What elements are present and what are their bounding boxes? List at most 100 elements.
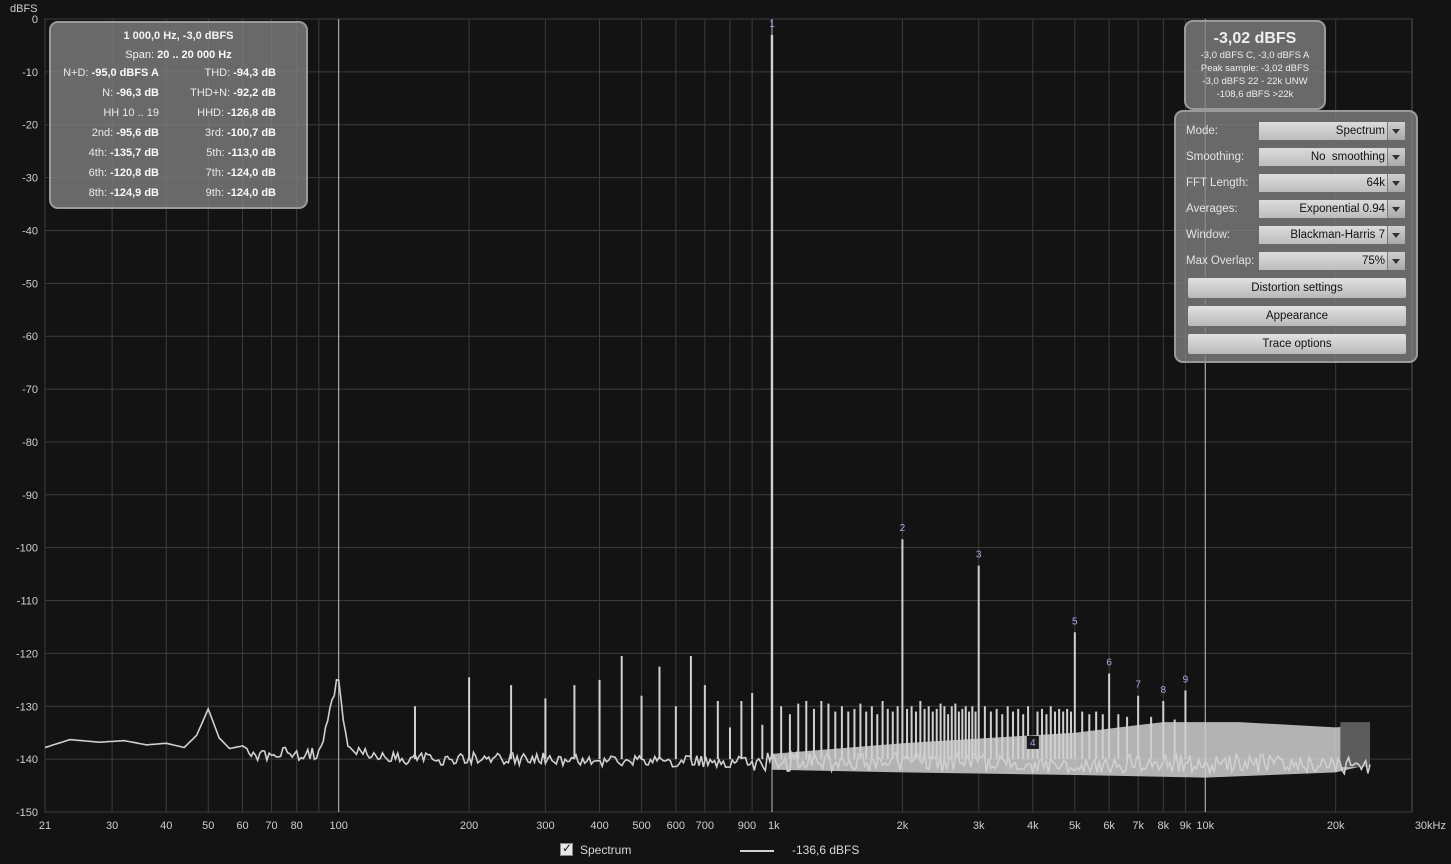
harmonic-label: 8	[1160, 685, 1166, 696]
chevron-down-icon[interactable]	[1387, 252, 1405, 270]
fft-length-label: FFT Length:	[1186, 177, 1249, 189]
y-axis-label: dBFS	[10, 3, 38, 15]
chevron-down-icon[interactable]	[1387, 122, 1405, 140]
harmonic-label: 1	[769, 19, 775, 30]
smoothing-select[interactable]: No smoothing	[1258, 147, 1406, 167]
fft-length-select[interactable]: 64k	[1258, 173, 1406, 193]
x-tick-label: 30kHz	[1415, 820, 1446, 832]
stat-label: THD:	[204, 67, 231, 79]
mode-select[interactable]: Spectrum	[1258, 121, 1406, 141]
x-tick-label: 2k	[897, 820, 909, 832]
trace-options-button[interactable]: Trace options	[1187, 333, 1407, 355]
x-tick-label: 3k	[973, 820, 985, 832]
level-line4: -108,6 dBFS >22k	[1216, 89, 1294, 100]
x-tick-label: 7k	[1132, 820, 1144, 832]
fundamental-readout: 1 000,0 Hz, -3,0 dBFS	[123, 30, 234, 42]
y-tick-label: 0	[32, 14, 38, 26]
y-tick-label: -30	[22, 173, 38, 185]
chevron-down-icon[interactable]	[1387, 226, 1405, 244]
chevron-down-icon[interactable]	[1387, 174, 1405, 192]
x-tick-label: 50	[202, 820, 214, 832]
stat-label: 9th:	[205, 187, 225, 199]
y-tick-label: -50	[22, 278, 38, 290]
legend-line-swatch	[740, 850, 774, 852]
max-overlap-select[interactable]: 75%	[1258, 251, 1406, 271]
level-line2: Peak sample: -3,02 dBFS	[1200, 63, 1310, 74]
chevron-down-icon[interactable]	[1387, 148, 1405, 166]
stat-value: -126,8 dB	[227, 107, 276, 119]
stat-row-right: HHD: -126,8 dB	[51, 107, 276, 119]
legend-series-name: Spectrum	[580, 843, 632, 857]
y-tick-label: -90	[22, 490, 38, 502]
stat-label: THD+N:	[190, 87, 231, 99]
analyzer-controls-panel: Mode: Spectrum Smoothing: No smoothing F…	[1174, 110, 1418, 363]
level-line1: -3,0 dBFS C, -3,0 dBFS A	[1200, 50, 1310, 61]
x-tick-label: 8k	[1157, 820, 1169, 832]
harmonic-label: 6	[1106, 657, 1112, 668]
span-label: Span:	[125, 49, 155, 61]
stat-label: HHD:	[197, 107, 225, 119]
chevron-down-icon[interactable]	[1387, 200, 1405, 218]
x-tick-label: 20k	[1327, 820, 1345, 832]
harmonic-label: 7	[1135, 680, 1141, 691]
level-line3: -3,0 dBFS 22 - 22k UNW	[1202, 76, 1308, 87]
stat-value: -124,0 dB	[227, 187, 276, 199]
max-overlap-label: Max Overlap:	[1186, 255, 1255, 267]
x-tick-label: 700	[696, 820, 714, 832]
fft-length-row: FFT Length: 64k	[1186, 173, 1408, 195]
stat-value: -94,3 dB	[233, 67, 276, 79]
y-tick-label: -150	[16, 807, 38, 819]
distortion-stats-panel[interactable]: 1 000,0 Hz, -3,0 dBFS Span: 20 .. 20 000…	[49, 21, 308, 209]
y-tick-label: -60	[22, 331, 38, 343]
mode-value: Spectrum	[1335, 125, 1385, 137]
appearance-button[interactable]: Appearance	[1187, 305, 1407, 327]
spectrum-checkbox[interactable]	[560, 841, 573, 856]
stat-label: 5th:	[206, 147, 225, 159]
x-axis: 21 30 40 50 60 70 80 100 200 300 400 500 600 700 900 1k…	[39, 820, 1446, 832]
stat-value: -100,7 dB	[227, 127, 276, 139]
stat-value: -124,0 dB	[227, 167, 276, 179]
span-readout: Span: 20 .. 20 000 Hz	[51, 46, 306, 65]
y-tick-label: -140	[16, 754, 38, 766]
x-tick-label: 500	[632, 820, 650, 832]
level-main: -3,02 dBFS	[1213, 30, 1297, 47]
averages-label: Averages:	[1186, 203, 1238, 215]
x-tick-label: 400	[590, 820, 608, 832]
harmonic-label: 4	[1030, 738, 1036, 749]
x-tick-label: 4k	[1027, 820, 1039, 832]
x-tick-label: 100	[329, 820, 347, 832]
y-tick-label: -20	[22, 120, 38, 132]
window-select[interactable]: Blackman-Harris 7	[1258, 225, 1406, 245]
stat-value: -92,2 dB	[233, 87, 276, 99]
window-label: Window:	[1186, 229, 1231, 241]
harmonic-label: 3	[976, 550, 982, 561]
fft-length-value: 64k	[1366, 177, 1385, 189]
averages-select[interactable]: Exponential 0.94	[1258, 199, 1406, 219]
stat-row-right: THD+N: -92,2 dB	[51, 87, 276, 99]
legend-cursor-value: -136,6 dBFS	[792, 843, 860, 857]
stat-row-right: 5th: -113,0 dB	[51, 147, 276, 159]
window-value: Blackman-Harris 7	[1290, 229, 1385, 241]
y-axis: 0 -10 -20 -30 -40 -50 -60 -70 -80 -90 -100 -110 -120…	[16, 14, 38, 819]
legend: Spectrum -136,6 dBFS	[560, 841, 880, 860]
harmonic-label: 5	[1072, 616, 1078, 627]
y-tick-label: -100	[16, 543, 38, 555]
window-row: Window: Blackman-Harris 7	[1186, 225, 1408, 247]
averages-value: Exponential 0.94	[1299, 203, 1385, 215]
stat-row-right: THD: -94,3 dB	[51, 67, 276, 79]
distortion-settings-button[interactable]: Distortion settings	[1187, 277, 1407, 299]
harmonic-label: 2	[900, 523, 906, 534]
smoothing-row: Smoothing: No smoothing	[1186, 147, 1408, 169]
x-tick-label: 40	[160, 820, 172, 832]
y-tick-label: -70	[22, 384, 38, 396]
x-tick-label: 10k	[1196, 820, 1214, 832]
y-tick-label: -110	[17, 596, 38, 608]
x-tick-label: 1k	[768, 820, 780, 832]
stat-value: -113,0 dB	[227, 147, 276, 159]
stat-label: 3rd:	[205, 127, 225, 139]
level-readout-panel: -3,02 dBFS -3,0 dBFS C, -3,0 dBFS A Peak…	[1184, 20, 1326, 110]
smoothing-value: No smoothing	[1310, 151, 1385, 163]
averages-row: Averages: Exponential 0.94	[1186, 199, 1408, 221]
x-tick-label: 300	[536, 820, 554, 832]
x-tick-label: 60	[236, 820, 248, 832]
